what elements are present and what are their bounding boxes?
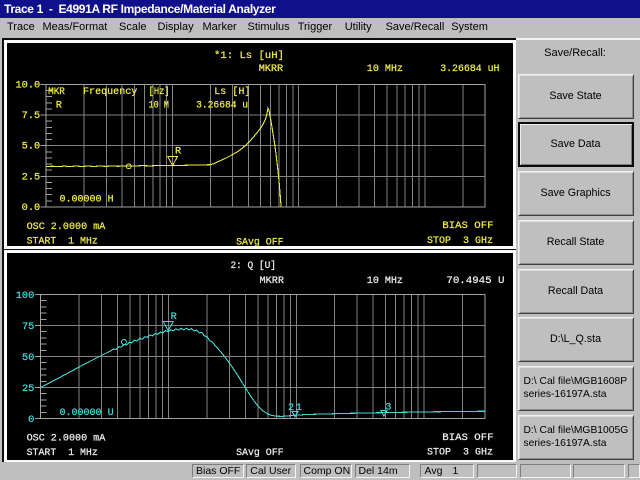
svg-text:BIAS OFF: BIAS OFF xyxy=(442,432,493,444)
svg-text:75: 75 xyxy=(22,321,34,333)
svg-text:*1: Ls [uH]: *1: Ls [uH] xyxy=(214,50,284,62)
svg-text:3: 3 xyxy=(385,401,391,413)
svg-text:SAvg OFF: SAvg OFF xyxy=(236,447,284,459)
svg-text:0.00000 H: 0.00000 H xyxy=(60,194,114,206)
svg-text:START 1 MHz: START 1 MHz xyxy=(27,447,98,459)
svg-text:5.0: 5.0 xyxy=(22,141,41,153)
svg-text:10.0: 10.0 xyxy=(15,79,40,91)
svg-text:3.26684 u: 3.26684 u xyxy=(196,99,248,111)
svg-text:2.5: 2.5 xyxy=(22,171,41,183)
svg-text:R: R xyxy=(56,99,62,111)
svg-text:SAvg OFF: SAvg OFF xyxy=(236,236,284,246)
svg-text:R: R xyxy=(175,146,181,158)
svg-text:3.26684 uH: 3.26684 uH xyxy=(440,63,499,75)
svg-text:OSC 2.0000 mA: OSC 2.0000 mA xyxy=(27,221,106,233)
svg-text:Ls [H]: Ls [H] xyxy=(214,86,250,98)
svg-text:2: 2 xyxy=(288,402,294,414)
svg-text:START 1 MHz: START 1 MHz xyxy=(27,236,98,246)
svg-text:25: 25 xyxy=(22,383,34,395)
svg-text:1: 1 xyxy=(296,402,302,414)
svg-text:R: R xyxy=(171,311,177,323)
svg-text:50: 50 xyxy=(22,352,34,364)
svg-text:MKRR: MKRR xyxy=(260,275,285,287)
svg-text:0: 0 xyxy=(28,414,34,426)
svg-text:0.0: 0.0 xyxy=(22,202,41,214)
svg-text:10 M: 10 M xyxy=(149,99,169,111)
svg-text:MKRR: MKRR xyxy=(259,63,284,75)
svg-text:OSC 2.0000 mA: OSC 2.0000 mA xyxy=(27,432,106,444)
svg-text:STOP 3 GHz: STOP 3 GHz xyxy=(427,447,493,459)
svg-text:[Hz]: [Hz] xyxy=(149,86,170,98)
svg-text:100: 100 xyxy=(16,290,35,302)
svg-text:70.4945 U: 70.4945 U xyxy=(446,275,504,287)
svg-text:STOP 3 GHz: STOP 3 GHz xyxy=(427,235,493,246)
svg-text:MKR: MKR xyxy=(48,86,65,98)
svg-text:10 MHz: 10 MHz xyxy=(367,275,403,287)
svg-text:BIAS OFF: BIAS OFF xyxy=(442,220,493,232)
svg-text:Frequency: Frequency xyxy=(83,86,137,98)
svg-text:10 MHz: 10 MHz xyxy=(367,63,403,75)
svg-text:2: Q [U]: 2: Q [U] xyxy=(231,260,277,272)
svg-text:7.5: 7.5 xyxy=(22,110,41,122)
svg-text:0.00000 U: 0.00000 U xyxy=(60,407,114,419)
